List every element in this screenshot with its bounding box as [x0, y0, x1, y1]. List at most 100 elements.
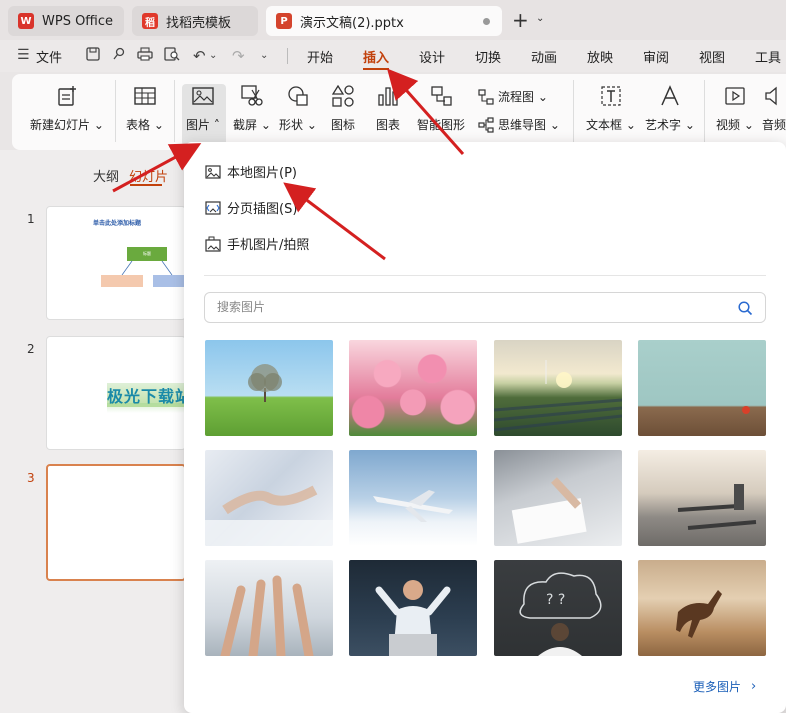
- slide-number: 3: [27, 471, 35, 485]
- print-preview-icon[interactable]: [164, 47, 180, 65]
- slide-1-box-left: [101, 275, 143, 287]
- menu-item-label: 分页插图(S): [227, 202, 298, 217]
- new-slide-button[interactable]: 新建幻灯片 ⌄: [30, 84, 104, 133]
- new-tab-plus-icon[interactable]: +: [512, 10, 529, 30]
- tab-label: WPS Office: [42, 13, 114, 29]
- hamburger-menu-icon[interactable]: ☰: [17, 47, 30, 63]
- handshake-illustration: [205, 485, 333, 546]
- screenshot-label: 截屏: [233, 118, 258, 132]
- smartart-button[interactable]: 智能图形: [417, 84, 465, 133]
- menu-tab-transitions[interactable]: 切换: [475, 47, 501, 66]
- menu-item-phone-picture[interactable]: 手机图片/拍照: [205, 234, 309, 253]
- textbox-button[interactable]: 文本框 ⌄: [586, 84, 636, 133]
- video-button[interactable]: 视频 ⌄: [716, 84, 754, 133]
- image-icon: [205, 164, 221, 180]
- more-pictures-link[interactable]: 更多图片 ›: [693, 678, 756, 695]
- undo-chevron-down-icon[interactable]: ⌄: [209, 50, 217, 61]
- wordart-icon: [658, 84, 682, 108]
- photo-pink-tulips[interactable]: [349, 340, 477, 436]
- speaker-icon: [762, 84, 786, 108]
- tab-slides[interactable]: 幻灯片: [129, 166, 168, 185]
- slide-thumbnail-1[interactable]: 单击此处添加标题 标题: [46, 206, 186, 320]
- search-icon[interactable]: [738, 301, 753, 316]
- photo-gym-treadmills[interactable]: [638, 450, 766, 546]
- slide-number: 2: [27, 342, 35, 356]
- table-button[interactable]: 表格 ⌄: [126, 84, 164, 133]
- quick-access-chevron-down-icon[interactable]: ⌄: [260, 50, 268, 61]
- title-tab-bar: W WPS Office 稻 找稻壳模板 P 演示文稿(2).pptx + ⌄: [0, 0, 786, 40]
- tab-outline[interactable]: 大纲: [93, 166, 119, 185]
- textbox-icon: [599, 84, 623, 108]
- photo-solar-field-sunrise[interactable]: [494, 340, 622, 436]
- tree-illustration: [248, 364, 282, 402]
- menu-item-label: 本地图片(P): [227, 166, 297, 181]
- save-icon[interactable]: [86, 47, 100, 65]
- slide-1-box-right: [153, 275, 185, 287]
- presentation-file-icon: P: [276, 13, 292, 29]
- menu-tab-view[interactable]: 视图: [699, 47, 725, 66]
- slide-thumbnail-2[interactable]: 极光下载站: [46, 336, 186, 450]
- picture-button[interactable]: 图片 ˄: [186, 84, 220, 133]
- shape-button[interactable]: 形状 ⌄: [279, 84, 317, 133]
- ribbon-divider: [573, 80, 574, 142]
- slide-number: 1: [27, 212, 35, 226]
- phone-photo-icon: [205, 236, 221, 252]
- photo-hands-pointing-documents[interactable]: [494, 450, 622, 546]
- flowchart-button[interactable]: 流程图 ⌄: [478, 88, 548, 105]
- scissors-icon: [240, 84, 264, 108]
- chart-button[interactable]: 图表: [376, 84, 400, 133]
- undo-icon[interactable]: ↶: [193, 47, 206, 65]
- print-icon[interactable]: [137, 47, 153, 65]
- tab-list-chevron-down-icon[interactable]: ⌄: [536, 13, 544, 24]
- unsaved-dot-icon[interactable]: [483, 18, 490, 25]
- picture-icon: [191, 84, 215, 108]
- new-slide-label: 新建幻灯片: [30, 118, 91, 132]
- photo-running-horse[interactable]: [638, 560, 766, 656]
- menu-file[interactable]: 文件: [36, 47, 62, 66]
- slide-2-wordart-reflection: [107, 403, 185, 413]
- photo-team-hands-raised[interactable]: [205, 560, 333, 656]
- audio-label: 音频: [762, 118, 786, 132]
- photo-business-handshake[interactable]: [205, 450, 333, 546]
- screenshot-button[interactable]: 截屏 ⌄: [233, 84, 271, 133]
- tab-template-store[interactable]: 稻 找稻壳模板: [132, 6, 258, 36]
- icon-button[interactable]: 图标: [331, 84, 355, 133]
- menu-tab-insert[interactable]: 插入: [363, 47, 389, 66]
- audio-button[interactable]: 音频: [762, 84, 786, 133]
- menu-bar: ☰ 文件 ↶ ⌄ ↷ ⌄ 开始 插入 设计 切换 动画 放映 审阅 视图 工具: [0, 40, 786, 72]
- menu-tab-slideshow[interactable]: 放映: [587, 47, 613, 66]
- picture-search-box[interactable]: [204, 292, 766, 323]
- menu-tab-tools[interactable]: 工具: [755, 47, 781, 66]
- photo-airplane-clouds[interactable]: [349, 450, 477, 546]
- ribbon-divider: [704, 80, 705, 142]
- slide-navigation-panel: 大纲 幻灯片 1 单击此处添加标题 标题 2 极光下载站 3: [0, 150, 200, 713]
- menu-tab-review[interactable]: 审阅: [643, 47, 669, 66]
- raised-hands-illustration: [220, 575, 314, 656]
- menu-tab-design[interactable]: 设计: [419, 47, 445, 66]
- photo-thinking-man-chalkboard[interactable]: ? ?: [494, 560, 622, 656]
- tab-wps-office[interactable]: W WPS Office: [8, 6, 124, 36]
- chart-label: 图表: [376, 118, 401, 132]
- wordart-button[interactable]: 艺术字 ⌄: [645, 84, 695, 133]
- slide-thumbnail-3[interactable]: [46, 464, 186, 581]
- menu-item-page-illustration[interactable]: 分页插图(S): [205, 198, 297, 217]
- horse-illustration: [676, 590, 722, 638]
- photo-tree-on-meadow[interactable]: [205, 340, 333, 436]
- more-pictures-label: 更多图片: [693, 680, 742, 694]
- mindmap-button[interactable]: 思维导图 ⌄: [478, 116, 560, 133]
- photo-excited-man-laptop[interactable]: [349, 560, 477, 656]
- redo-icon[interactable]: ↷: [232, 47, 245, 65]
- textbox-label: 文本框: [586, 118, 623, 132]
- documents-illustration: [511, 477, 587, 544]
- menu-tab-animation[interactable]: 动画: [531, 47, 557, 66]
- table-icon: [133, 84, 157, 108]
- tab-presentation[interactable]: P 演示文稿(2).pptx: [266, 6, 502, 36]
- format-painter-icon[interactable]: [112, 47, 126, 65]
- airplane-illustration: [373, 490, 453, 522]
- menu-tab-home[interactable]: 开始: [307, 47, 333, 66]
- solar-rows-illustration: [494, 360, 622, 432]
- picture-search-input[interactable]: [217, 300, 717, 314]
- photo-teal-wall-table[interactable]: [638, 340, 766, 436]
- menu-item-local-picture[interactable]: 本地图片(P): [205, 162, 297, 181]
- new-slide-icon: [55, 84, 79, 108]
